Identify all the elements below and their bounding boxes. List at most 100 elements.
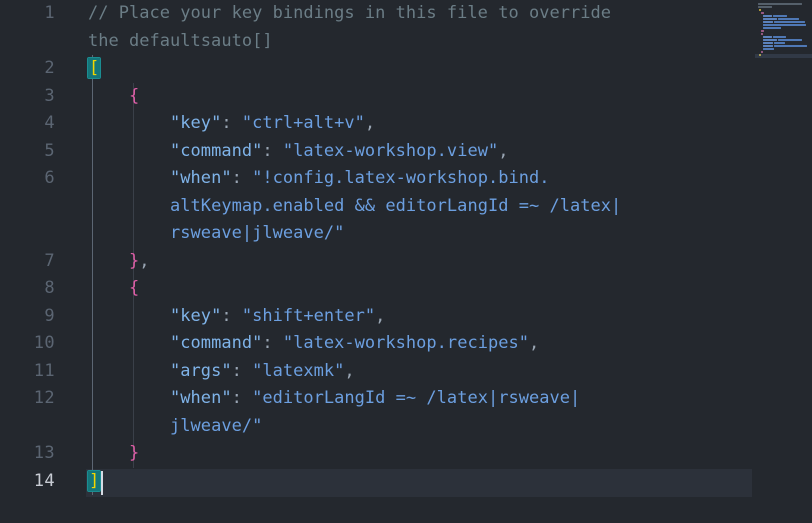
code-line[interactable]: rsweave|jlweave/" xyxy=(88,220,344,248)
minimap-token xyxy=(778,18,799,20)
minimap-token xyxy=(763,36,772,38)
bracket-match-highlight: [ xyxy=(86,57,102,79)
code-line[interactable]: the defaultsauto[] xyxy=(88,28,273,56)
minimap-slider[interactable] xyxy=(755,54,812,58)
code-line[interactable]: altKeymap.enabled && editorLangId =~ /la… xyxy=(88,193,621,221)
minimap-token xyxy=(763,45,773,47)
minimap-token xyxy=(759,9,761,11)
code-content-area[interactable]: // Place your key bindings in this file … xyxy=(68,0,812,523)
minimap-token xyxy=(763,15,772,17)
line-number-7[interactable]: 7 xyxy=(0,248,55,276)
minimap-token xyxy=(761,30,764,32)
code-token-brace: { xyxy=(129,85,140,106)
code-line[interactable]: jlweave/" xyxy=(88,413,262,441)
code-line[interactable]: "command": "latex-workshop.view", xyxy=(88,138,508,166)
code-line[interactable]: // Place your key bindings in this file … xyxy=(88,0,611,28)
code-line[interactable]: { xyxy=(88,83,139,111)
text-cursor xyxy=(101,470,104,495)
active-line-highlight xyxy=(86,468,752,497)
code-line[interactable]: "key": "shift+enter", xyxy=(88,303,385,331)
code-token-punctuation: : xyxy=(221,305,242,326)
code-token-punctuation: , xyxy=(139,250,150,271)
minimap-token xyxy=(763,24,806,26)
code-line[interactable]: } xyxy=(88,440,139,468)
code-token-comment: the defaultsauto[] xyxy=(88,30,273,51)
line-number-gutter[interactable]: 1 2 3 4 5 6 7 8 9 10 11 12 13 14 xyxy=(0,0,68,523)
code-token-string: "!config.latex-workshop.bind. xyxy=(252,168,550,188)
minimap-token xyxy=(763,27,781,29)
code-token-punctuation: : xyxy=(262,333,283,353)
code-line[interactable]: "args": "latexmk", xyxy=(88,358,355,386)
code-token-string: altKeymap.enabled && editorLangId =~ /la… xyxy=(170,195,622,216)
code-token-punctuation: : xyxy=(262,140,283,161)
code-token-punctuation: : xyxy=(231,388,253,408)
code-token-property: "when" xyxy=(170,388,232,408)
code-token-string: jlweave/" xyxy=(170,415,263,436)
code-line[interactable]: "when": "!config.latex-workshop.bind. xyxy=(88,165,550,193)
line-number-6[interactable]: 6 xyxy=(0,165,55,193)
code-line[interactable]: "key": "ctrl+alt+v", xyxy=(88,110,375,138)
minimap[interactable] xyxy=(755,0,812,523)
line-number-11[interactable]: 11 xyxy=(0,358,55,386)
minimap-token xyxy=(773,36,786,38)
code-token-string: rsweave|jlweave/" xyxy=(170,223,345,243)
minimap-token xyxy=(761,33,763,35)
code-token-property: "args" xyxy=(170,360,232,381)
code-token-string: "editorLangId =~ /latex|rsweave| xyxy=(252,388,581,408)
minimap-token xyxy=(774,42,785,44)
line-number-10[interactable]: 10 xyxy=(0,330,55,358)
minimap-token xyxy=(763,42,773,44)
minimap-token xyxy=(773,15,787,17)
code-line[interactable]: [ xyxy=(86,55,102,83)
line-number-1[interactable]: 1 xyxy=(0,0,55,28)
line-number-4[interactable]: 4 xyxy=(0,110,55,138)
code-line[interactable]: "command": "latex-workshop.recipes", xyxy=(88,330,539,358)
code-token-brace: } xyxy=(129,250,140,271)
minimap-token xyxy=(763,18,777,20)
code-token-punctuation: : xyxy=(231,168,253,188)
code-line[interactable]: ] xyxy=(86,468,102,496)
code-token-string: "shift+enter" xyxy=(241,305,376,326)
line-number-9[interactable]: 9 xyxy=(0,303,55,331)
code-editor[interactable]: // Place your key bindings in this file … xyxy=(0,0,812,523)
code-token-punctuation: , xyxy=(364,113,376,133)
minimap-token xyxy=(774,21,805,23)
code-line[interactable]: "when": "editorLangId =~ /latex|rsweave| xyxy=(88,385,580,413)
code-token-property: "when" xyxy=(170,168,232,188)
minimap-token xyxy=(758,3,802,5)
line-number-2[interactable]: 2 xyxy=(0,55,55,83)
code-token-comment: // Place your key bindings in this file … xyxy=(88,3,611,23)
minimap-token xyxy=(763,21,773,23)
code-line[interactable]: }, xyxy=(88,248,150,276)
minimap-token xyxy=(778,39,802,41)
code-token-string: "latex-workshop.view" xyxy=(282,140,499,161)
code-token-punctuation: , xyxy=(498,140,509,161)
code-token-string: "latex-workshop.recipes" xyxy=(282,333,529,353)
minimap-token xyxy=(763,39,777,41)
line-number-12[interactable]: 12 xyxy=(0,385,55,413)
code-token-property: "key" xyxy=(170,113,222,133)
code-token-punctuation: , xyxy=(344,360,355,381)
code-token-brace: { xyxy=(129,278,140,298)
line-number-3[interactable]: 3 xyxy=(0,83,55,111)
code-token-property: "command" xyxy=(170,333,263,353)
code-line[interactable]: { xyxy=(88,275,139,303)
line-number-5[interactable]: 5 xyxy=(0,138,55,166)
line-number-14[interactable]: 14 xyxy=(0,468,55,496)
bracket-match-highlight: ] xyxy=(86,469,102,492)
code-token-property: "command" xyxy=(170,140,263,161)
code-token-property: "key" xyxy=(170,305,222,326)
line-number-8[interactable]: 8 xyxy=(0,275,55,303)
minimap-token xyxy=(758,6,772,8)
code-token-brace: } xyxy=(129,443,140,463)
line-number-13[interactable]: 13 xyxy=(0,440,55,468)
